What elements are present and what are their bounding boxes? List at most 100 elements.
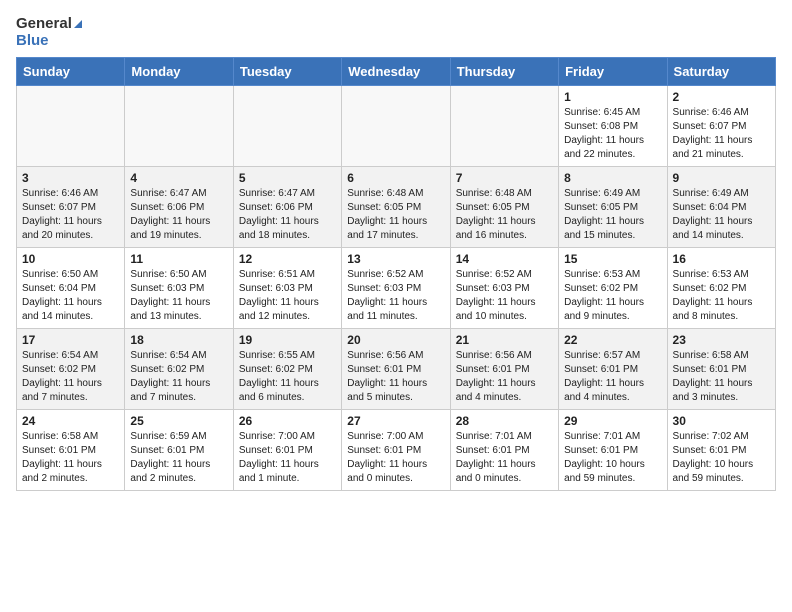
calendar-cell: 25 Sunrise: 6:59 AM Sunset: 6:01 PM Dayli… [125, 410, 233, 491]
day-detail: Sunrise: 7:01 AM Sunset: 6:01 PM Dayligh… [564, 430, 661, 486]
calendar-cell: 22 Sunrise: 6:57 AM Sunset: 6:01 PM Dayli… [559, 329, 667, 410]
calendar-cell: 19Sunrise: 6:55 AM Sunset: 6:02 PM Dayli… [233, 329, 341, 410]
day-number: 25 [130, 414, 227, 428]
calendar-cell: 29 Sunrise: 7:01 AM Sunset: 6:01 PM Dayli… [559, 410, 667, 491]
weekday-header-row: SundayMondayTuesdayWednesdayThursdayFrid… [17, 58, 776, 86]
calendar-cell: 12 Sunrise: 6:51 AM Sunset: 6:03 PM Dayli… [233, 248, 341, 329]
day-number: 28 [456, 414, 553, 428]
calendar-cell: 26 Sunrise: 7:00 AM Sunset: 6:01 PM Dayli… [233, 410, 341, 491]
week-row-2: 3 Sunrise: 6:46 AM Sunset: 6:07 PM Daylig… [17, 167, 776, 248]
day-number: 10 [22, 252, 119, 266]
day-number: 29 [564, 414, 661, 428]
day-number: 11 [130, 252, 227, 266]
calendar-cell: 20 Sunrise: 6:56 AM Sunset: 6:01 PM Dayli… [342, 329, 450, 410]
day-detail: Sunrise: 6:50 AM Sunset: 6:03 PM Dayligh… [130, 268, 227, 324]
day-detail: Sunrise: 6:58 AM Sunset: 6:01 PM Dayligh… [22, 430, 119, 486]
day-number: 1 [564, 90, 661, 104]
day-number: 20 [347, 333, 444, 347]
calendar-cell: 28 Sunrise: 7:01 AM Sunset: 6:01 PM Dayli… [450, 410, 558, 491]
calendar-cell [450, 86, 558, 167]
weekday-header-tuesday: Tuesday [233, 58, 341, 86]
calendar-cell [233, 86, 341, 167]
week-row-5: 24 Sunrise: 6:58 AM Sunset: 6:01 PM Dayli… [17, 410, 776, 491]
day-number: 22 [564, 333, 661, 347]
day-number: 2 [673, 90, 770, 104]
day-detail: Sunrise: 6:46 AM Sunset: 6:07 PM Dayligh… [673, 106, 770, 162]
day-number: 5 [239, 171, 336, 185]
header: General Blue [16, 16, 776, 49]
day-detail: Sunrise: 6:56 AM Sunset: 6:01 PM Dayligh… [456, 349, 553, 405]
calendar-cell: 24 Sunrise: 6:58 AM Sunset: 6:01 PM Dayli… [17, 410, 125, 491]
day-number: 4 [130, 171, 227, 185]
day-detail: Sunrise: 6:46 AM Sunset: 6:07 PM Dayligh… [22, 187, 119, 243]
day-detail: Sunrise: 6:47 AM Sunset: 6:06 PM Dayligh… [239, 187, 336, 243]
day-number: 12 [239, 252, 336, 266]
day-detail: Sunrise: 7:02 AM Sunset: 6:01 PM Dayligh… [673, 430, 770, 486]
day-detail: Sunrise: 6:47 AM Sunset: 6:06 PM Dayligh… [130, 187, 227, 243]
day-number: 23 [673, 333, 770, 347]
day-detail: Sunrise: 7:01 AM Sunset: 6:01 PM Dayligh… [456, 430, 553, 486]
weekday-header-monday: Monday [125, 58, 233, 86]
day-detail: Sunrise: 7:00 AM Sunset: 6:01 PM Dayligh… [239, 430, 336, 486]
day-detail: Sunrise: 6:52 AM Sunset: 6:03 PM Dayligh… [456, 268, 553, 324]
calendar-cell [125, 86, 233, 167]
day-number: 6 [347, 171, 444, 185]
day-number: 13 [347, 252, 444, 266]
logo: General Blue [16, 16, 82, 49]
day-detail: Sunrise: 6:49 AM Sunset: 6:04 PM Dayligh… [673, 187, 770, 243]
weekday-header-saturday: Saturday [667, 58, 775, 86]
weekday-header-friday: Friday [559, 58, 667, 86]
day-number: 24 [22, 414, 119, 428]
calendar-cell: 1 Sunrise: 6:45 AM Sunset: 6:08 PM Daylig… [559, 86, 667, 167]
day-detail: Sunrise: 6:59 AM Sunset: 6:01 PM Dayligh… [130, 430, 227, 486]
day-detail: Sunrise: 6:51 AM Sunset: 6:03 PM Dayligh… [239, 268, 336, 324]
calendar-cell: 18Sunrise: 6:54 AM Sunset: 6:02 PM Dayli… [125, 329, 233, 410]
day-number: 27 [347, 414, 444, 428]
weekday-header-wednesday: Wednesday [342, 58, 450, 86]
day-number: 17 [22, 333, 119, 347]
day-detail: Sunrise: 6:50 AM Sunset: 6:04 PM Dayligh… [22, 268, 119, 324]
day-detail: Sunrise: 6:45 AM Sunset: 6:08 PM Dayligh… [564, 106, 661, 162]
day-number: 14 [456, 252, 553, 266]
day-number: 3 [22, 171, 119, 185]
week-row-1: 1 Sunrise: 6:45 AM Sunset: 6:08 PM Daylig… [17, 86, 776, 167]
calendar-cell: 15Sunrise: 6:53 AM Sunset: 6:02 PM Dayli… [559, 248, 667, 329]
calendar-cell: 27 Sunrise: 7:00 AM Sunset: 6:01 PM Dayli… [342, 410, 450, 491]
day-detail: Sunrise: 6:48 AM Sunset: 6:05 PM Dayligh… [347, 187, 444, 243]
calendar-cell: 4 Sunrise: 6:47 AM Sunset: 6:06 PM Daylig… [125, 167, 233, 248]
day-number: 16 [673, 252, 770, 266]
day-number: 8 [564, 171, 661, 185]
week-row-3: 10 Sunrise: 6:50 AM Sunset: 6:04 PM Dayli… [17, 248, 776, 329]
day-number: 21 [456, 333, 553, 347]
calendar-cell: 23 Sunrise: 6:58 AM Sunset: 6:01 PM Dayli… [667, 329, 775, 410]
day-detail: Sunrise: 6:53 AM Sunset: 6:02 PM Dayligh… [673, 268, 770, 324]
day-detail: Sunrise: 7:00 AM Sunset: 6:01 PM Dayligh… [347, 430, 444, 486]
calendar-cell: 5 Sunrise: 6:47 AM Sunset: 6:06 PM Daylig… [233, 167, 341, 248]
calendar-cell [342, 86, 450, 167]
day-detail: Sunrise: 6:48 AM Sunset: 6:05 PM Dayligh… [456, 187, 553, 243]
calendar-cell: 3 Sunrise: 6:46 AM Sunset: 6:07 PM Daylig… [17, 167, 125, 248]
weekday-header-sunday: Sunday [17, 58, 125, 86]
day-detail: Sunrise: 6:56 AM Sunset: 6:01 PM Dayligh… [347, 349, 444, 405]
day-number: 30 [673, 414, 770, 428]
day-detail: Sunrise: 6:49 AM Sunset: 6:05 PM Dayligh… [564, 187, 661, 243]
calendar-cell: 9 Sunrise: 6:49 AM Sunset: 6:04 PM Daylig… [667, 167, 775, 248]
calendar-cell: 17 Sunrise: 6:54 AM Sunset: 6:02 PM Dayli… [17, 329, 125, 410]
day-detail: Sunrise: 6:52 AM Sunset: 6:03 PM Dayligh… [347, 268, 444, 324]
day-number: 26 [239, 414, 336, 428]
calendar-cell: 13 Sunrise: 6:52 AM Sunset: 6:03 PM Dayli… [342, 248, 450, 329]
calendar-cell: 2 Sunrise: 6:46 AM Sunset: 6:07 PM Daylig… [667, 86, 775, 167]
calendar-cell: 10 Sunrise: 6:50 AM Sunset: 6:04 PM Dayli… [17, 248, 125, 329]
calendar-cell: 14 Sunrise: 6:52 AM Sunset: 6:03 PM Dayli… [450, 248, 558, 329]
page: General Blue SundayMondayTuesdayWednesda… [0, 0, 792, 507]
calendar-cell: 8 Sunrise: 6:49 AM Sunset: 6:05 PM Daylig… [559, 167, 667, 248]
day-detail: Sunrise: 6:55 AM Sunset: 6:02 PM Dayligh… [239, 349, 336, 405]
day-detail: Sunrise: 6:57 AM Sunset: 6:01 PM Dayligh… [564, 349, 661, 405]
day-detail: Sunrise: 6:54 AM Sunset: 6:02 PM Dayligh… [22, 349, 119, 405]
day-detail: Sunrise: 6:58 AM Sunset: 6:01 PM Dayligh… [673, 349, 770, 405]
day-number: 15 [564, 252, 661, 266]
day-number: 18 [130, 333, 227, 347]
calendar-cell: 6 Sunrise: 6:48 AM Sunset: 6:05 PM Daylig… [342, 167, 450, 248]
day-number: 9 [673, 171, 770, 185]
weekday-header-thursday: Thursday [450, 58, 558, 86]
